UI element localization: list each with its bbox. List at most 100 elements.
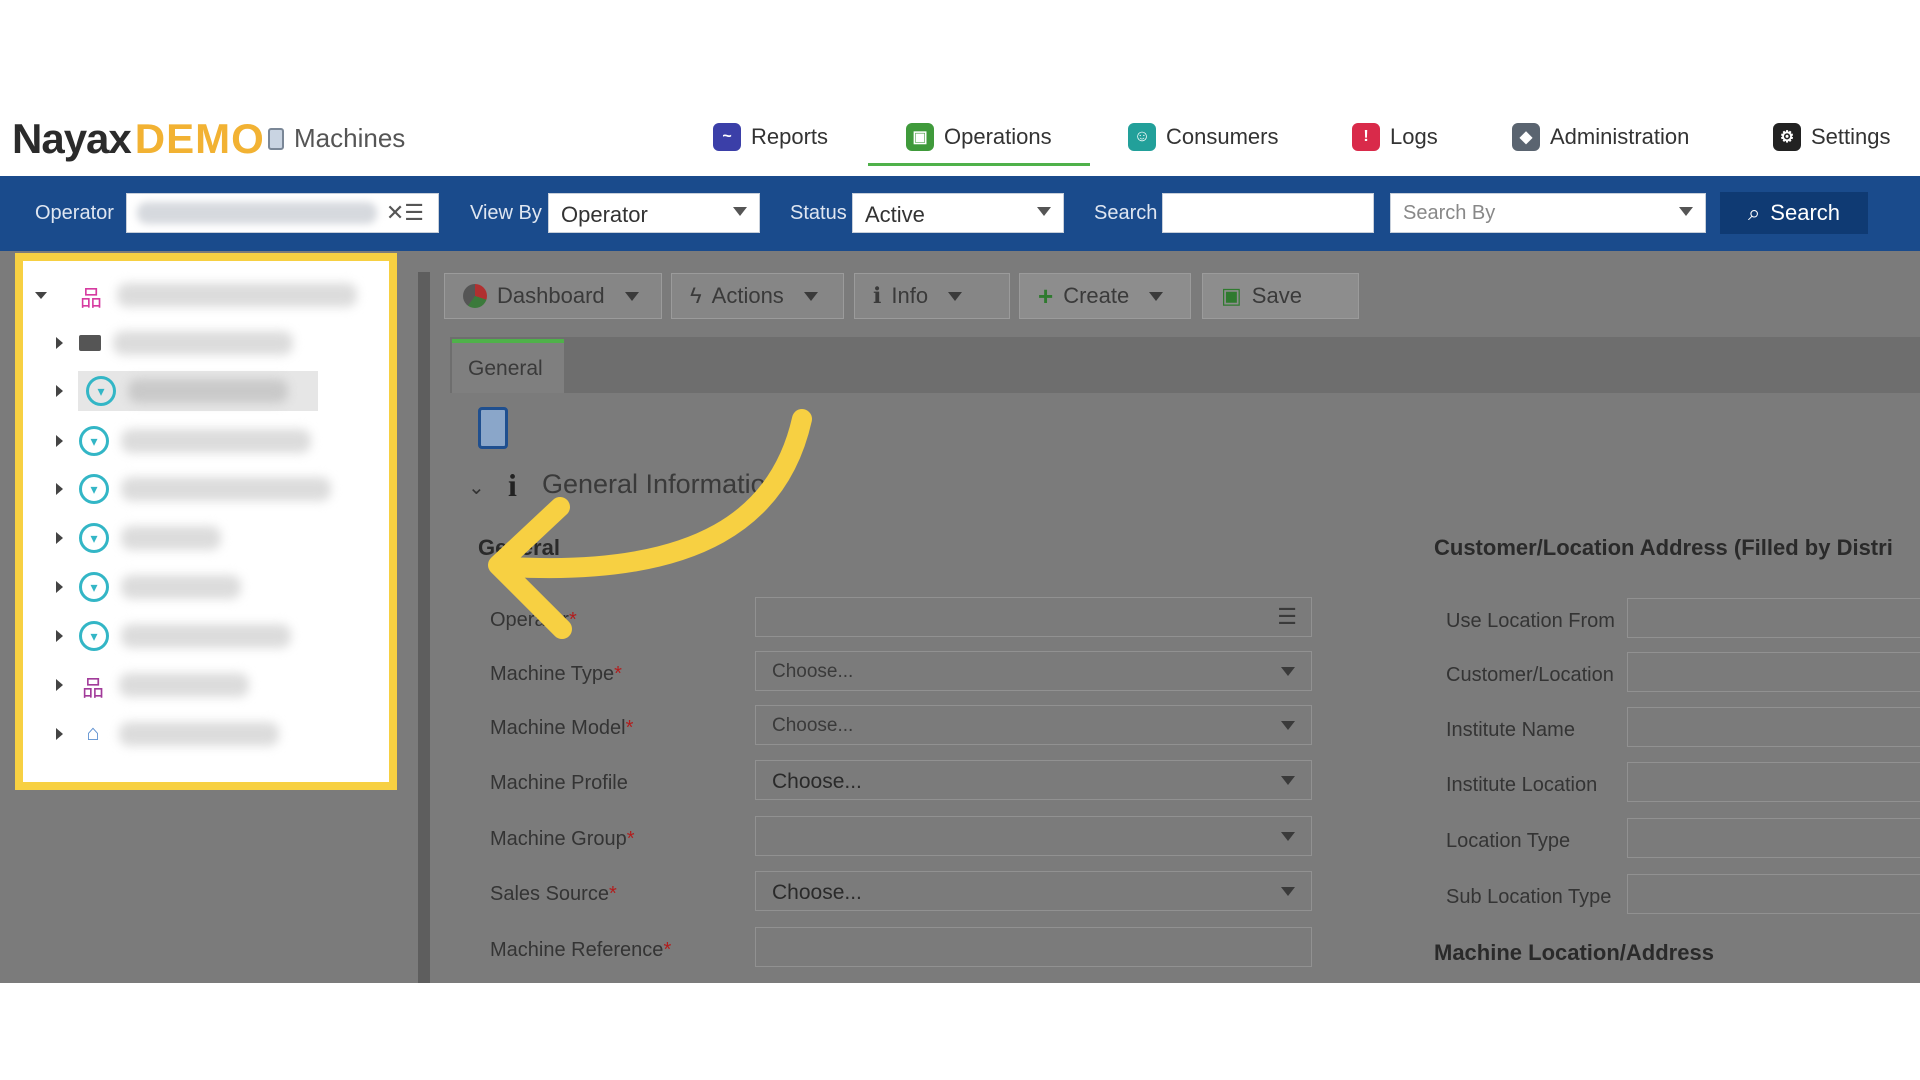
expand-icon[interactable] <box>56 483 63 495</box>
customer-location-label: Customer/Location <box>1446 664 1614 686</box>
expand-icon[interactable] <box>56 581 63 593</box>
chevron-down-icon <box>1037 207 1051 216</box>
nayax-logo: NayaxDEMO <box>12 115 265 162</box>
search-button[interactable]: ⌕ Search <box>1720 192 1868 234</box>
tree-item[interactable]: 品 <box>23 665 249 705</box>
save-icon: ▣ <box>1221 283 1242 308</box>
expand-icon[interactable] <box>56 630 63 642</box>
tree-root[interactable]: 品 <box>23 275 357 315</box>
plus-icon: + <box>1038 280 1054 311</box>
org-hierarchy-icon: 品 <box>79 286 102 311</box>
blurred-operator-value <box>137 202 377 224</box>
view-by-label: View By <box>470 202 542 224</box>
customer-address-heading: Customer/Location Address (Filled by Dis… <box>1434 535 1893 560</box>
consumers-icon: ☺ <box>1128 123 1156 151</box>
chevron-down-icon <box>1281 667 1295 676</box>
store-icon: ⌂ <box>86 720 100 745</box>
chevron-down-icon <box>1281 776 1295 785</box>
machine-profile-select[interactable]: Choose... <box>755 760 1312 800</box>
sub-location-type-label: Sub Location Type <box>1446 886 1612 908</box>
tree-item[interactable]: ▾ <box>23 616 291 656</box>
sub-location-type-field[interactable] <box>1627 874 1920 914</box>
tree-item[interactable]: ▾ <box>23 518 221 558</box>
nav-operations[interactable]: ▣ Operations <box>868 111 1090 166</box>
institute-name-field[interactable] <box>1627 707 1920 747</box>
use-location-from-label: Use Location From <box>1446 610 1615 632</box>
location-type-field[interactable] <box>1627 818 1920 858</box>
location-pin-icon: ▾ <box>79 523 109 553</box>
sales-source-label: Sales Source* <box>490 883 617 905</box>
search-input[interactable] <box>1162 193 1374 233</box>
machine-group-select[interactable] <box>755 816 1312 856</box>
machine-group-label: Machine Group* <box>490 828 635 850</box>
location-pin-icon: ▾ <box>79 426 109 456</box>
top-header: NayaxDEMO Machines ~ Reports ▣ Operation… <box>0 97 1920 176</box>
machine-reference-label: Machine Reference* <box>490 939 672 961</box>
lightning-icon: ϟ <box>690 283 702 308</box>
gear-icon: ⚙ <box>1773 123 1801 151</box>
search-icon: ⌕ <box>1747 200 1761 225</box>
location-pin-icon: ▾ <box>79 572 109 602</box>
expand-icon[interactable] <box>56 435 63 447</box>
status-select[interactable]: Active <box>852 193 1064 233</box>
location-pin-icon: ▾ <box>79 621 109 651</box>
machine-profile-label: Machine Profile <box>490 772 628 794</box>
expand-icon[interactable] <box>56 679 63 691</box>
screenshot-stage: NayaxDEMO Machines ~ Reports ▣ Operation… <box>0 97 1920 983</box>
logs-icon: ! <box>1352 123 1380 151</box>
chevron-down-icon <box>624 291 639 301</box>
info-icon: ℹ <box>873 283 882 308</box>
expand-icon[interactable] <box>56 728 63 740</box>
nav-reports[interactable]: ~ Reports <box>713 111 828 163</box>
reports-icon: ~ <box>713 123 741 151</box>
chevron-down-icon <box>1281 721 1295 730</box>
list-icon[interactable]: ☰ <box>1277 604 1297 630</box>
panel-splitter[interactable] <box>418 272 430 983</box>
use-location-from-field[interactable] <box>1627 598 1920 638</box>
location-pin-icon: ▾ <box>79 474 109 504</box>
tab-general[interactable]: General <box>452 339 564 393</box>
save-button[interactable]: ▣ Save <box>1202 273 1359 319</box>
chevron-down-icon <box>803 291 818 301</box>
machine-reference-input[interactable] <box>755 927 1312 967</box>
operator-input[interactable]: ✕☰ <box>126 193 439 233</box>
machine-tree-panel: 品 ▾ ▾ ▾ ▾ ▾ ▾ 品 ⌂ <box>15 253 397 790</box>
annotation-arrow <box>488 409 812 639</box>
tree-item[interactable]: ▾ <box>23 567 241 607</box>
tree-item-selected[interactable]: ▾ <box>78 371 318 411</box>
tree-panel-bottom <box>15 790 402 983</box>
collapse-icon[interactable] <box>35 291 47 299</box>
tab-bar <box>450 337 1920 393</box>
chevron-down-icon <box>1281 832 1295 841</box>
tree-item[interactable] <box>23 323 293 363</box>
chevron-down-icon <box>948 291 963 301</box>
tree-item[interactable]: ▾ <box>23 469 331 509</box>
administration-icon: ◆ <box>1512 123 1540 151</box>
actions-button[interactable]: ϟ Actions <box>671 273 844 319</box>
nav-consumers[interactable]: ☺ Consumers <box>1128 111 1278 163</box>
machine-location-heading: Machine Location/Address <box>1434 940 1714 965</box>
institute-name-label: Institute Name <box>1446 719 1575 741</box>
info-button[interactable]: ℹ Info <box>854 273 1010 319</box>
institute-location-label: Institute Location <box>1446 774 1598 796</box>
view-by-select[interactable]: Operator <box>548 193 760 233</box>
clear-list-icon[interactable]: ✕☰ <box>386 200 424 226</box>
nav-logs[interactable]: ! Logs <box>1352 111 1438 163</box>
chevron-down-icon <box>1679 207 1693 216</box>
expand-icon[interactable] <box>56 337 63 349</box>
institute-location-field[interactable] <box>1627 762 1920 802</box>
nav-settings[interactable]: ⚙ Settings <box>1773 111 1891 163</box>
nav-administration[interactable]: ◆ Administration <box>1512 111 1689 163</box>
customer-location-field[interactable] <box>1627 652 1920 692</box>
expand-icon[interactable] <box>56 385 63 397</box>
create-button[interactable]: + Create <box>1019 273 1191 319</box>
expand-icon[interactable] <box>56 532 63 544</box>
tree-item[interactable]: ▾ <box>23 421 311 461</box>
folder-icon <box>79 335 101 351</box>
operator-label: Operator <box>35 202 114 224</box>
sales-source-select[interactable]: Choose... <box>755 871 1312 911</box>
dashboard-button[interactable]: Dashboard <box>444 273 662 319</box>
tree-item[interactable]: ⌂ <box>23 714 279 754</box>
location-pin-icon: ▾ <box>86 376 116 406</box>
search-by-select[interactable]: Search By <box>1390 193 1706 233</box>
